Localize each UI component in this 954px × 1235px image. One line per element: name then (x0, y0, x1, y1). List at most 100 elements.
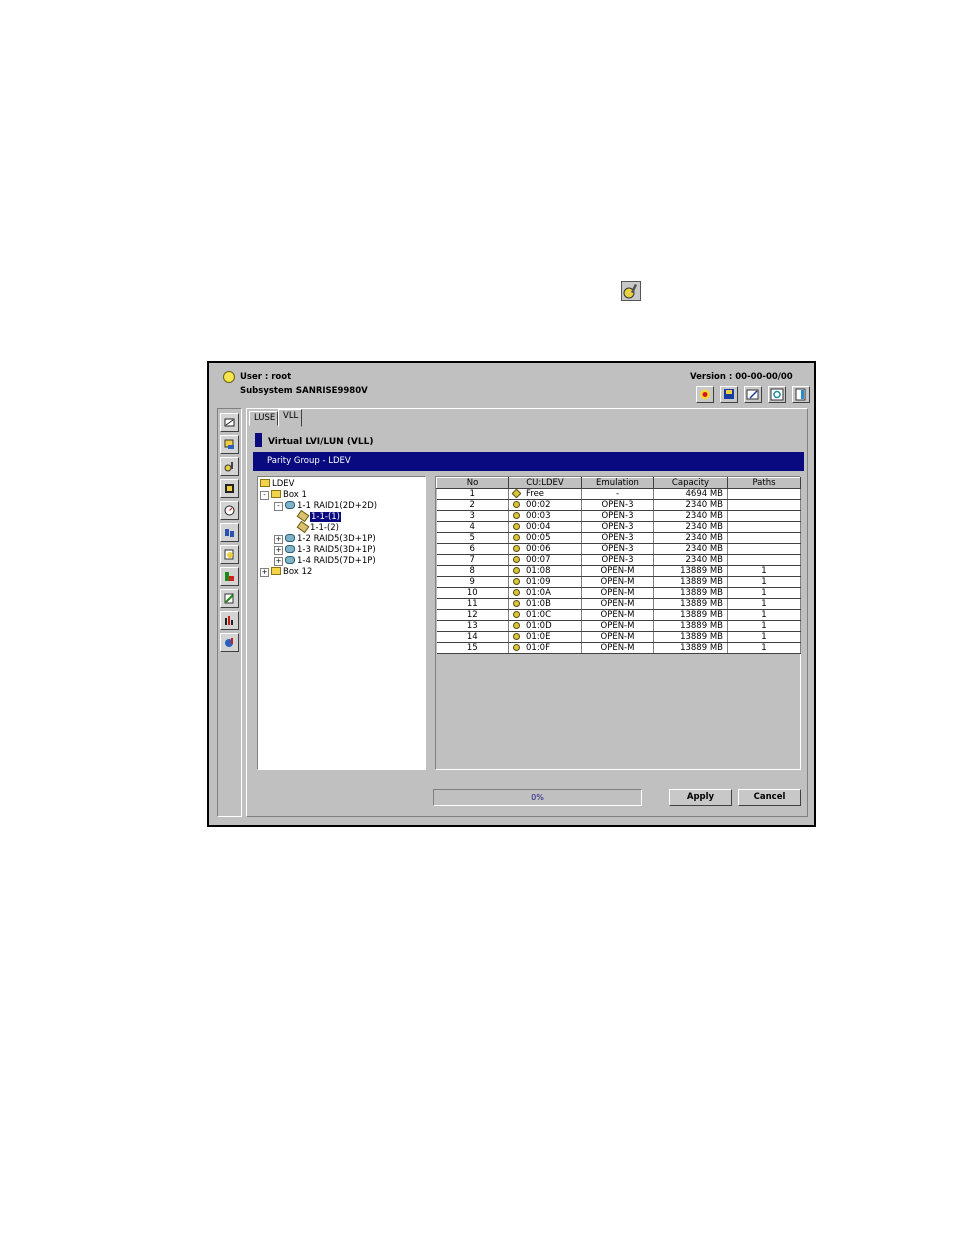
folder-icon (271, 567, 281, 575)
cell-paths (727, 521, 801, 533)
cell-paths (727, 499, 801, 511)
ldev-tree: LDEV - Box 1 -1-1 RAID1(2D+2D) 1-1-(1) 1-… (257, 476, 426, 770)
chart-icon[interactable] (220, 567, 239, 586)
settings-wrench-icon (621, 281, 641, 301)
save-icon[interactable] (720, 386, 738, 403)
cell-paths: 1 (727, 598, 801, 610)
cell-cu-ldev-text: 00:02 (526, 500, 551, 510)
cell-paths: 1 (727, 631, 801, 643)
table-row[interactable]: 15 01:0F OPEN-M 13889 MB 1 (436, 642, 801, 654)
expand-icon[interactable]: + (274, 557, 283, 566)
list-icon[interactable] (220, 479, 239, 498)
box-icon[interactable] (220, 435, 239, 454)
exit-icon[interactable] (792, 386, 810, 403)
gauge-icon[interactable] (220, 501, 239, 520)
cell-no: 2 (436, 499, 509, 511)
bar-chart-icon[interactable] (220, 611, 239, 630)
table-row[interactable]: 2 00:02 OPEN-3 2340 MB (436, 499, 801, 511)
subsystem-value: SANRISE9980V (296, 386, 368, 396)
table-row[interactable]: 6 00:06 OPEN-3 2340 MB (436, 543, 801, 555)
cell-cu-ldev: 01:09 (508, 576, 582, 588)
cell-capacity-text: 2340 MB (685, 555, 724, 565)
table-row[interactable]: 11 01:0B OPEN-M 13889 MB 1 (436, 598, 801, 610)
globe-icon[interactable] (220, 633, 239, 652)
cancel-button[interactable]: Cancel (738, 789, 801, 806)
table-row[interactable]: 1 Free - 4694 MB (436, 488, 801, 500)
tree-node-box12[interactable]: + Box 12 (260, 567, 312, 578)
ldev-icon (513, 600, 520, 607)
tree-node-ldev-1-1-2[interactable]: 1-1-(2) (296, 520, 339, 534)
cell-capacity: 13889 MB (653, 642, 728, 654)
tree-node-ldev[interactable]: LDEV (260, 479, 294, 490)
tab-vll[interactable]: VLL (278, 409, 302, 427)
edit-icon[interactable] (744, 386, 762, 403)
table-row[interactable]: 12 01:0C OPEN-M 13889 MB 1 (436, 609, 801, 621)
edit-doc-icon[interactable] (220, 545, 239, 564)
table-row[interactable]: 5 00:05 OPEN-3 2340 MB (436, 532, 801, 544)
column-header-cu-ldev[interactable]: CU:LDEV (508, 477, 582, 489)
cell-cu-ldev: 01:0A (508, 587, 582, 599)
cell-no: 13 (436, 620, 509, 632)
expand-icon[interactable]: + (260, 568, 269, 577)
tree-node-parity-1-3[interactable]: +1-3 RAID5(3D+1P) (274, 545, 376, 556)
ldev-icon (296, 509, 310, 523)
cell-no: 7 (436, 554, 509, 566)
tree-node-parity-1-2[interactable]: +1-2 RAID5(3D+1P) (274, 534, 376, 545)
expand-icon[interactable]: + (274, 546, 283, 555)
cell-capacity: 13889 MB (653, 587, 728, 599)
cell-no: 9 (436, 576, 509, 588)
cell-no-text: 5 (469, 533, 475, 543)
table-row[interactable]: 4 00:04 OPEN-3 2340 MB (436, 521, 801, 533)
ldev-icon (513, 545, 520, 552)
column-header-no[interactable]: No (436, 477, 509, 489)
tree-node-ldev-1-1-1[interactable]: 1-1-(1) (296, 509, 341, 523)
collapse-icon[interactable]: - (274, 502, 283, 511)
cell-cu-ldev-text: 01:0B (526, 599, 551, 609)
cell-cu-ldev-text: 01:0A (526, 588, 551, 598)
tree-node-parity-1-1[interactable]: -1-1 RAID1(2D+2D) (274, 501, 377, 512)
cell-capacity: 13889 MB (653, 576, 728, 588)
cell-capacity-text: 13889 MB (680, 566, 723, 576)
cell-emulation: OPEN-M (581, 620, 654, 632)
group-bar: Parity Group - LDEV (253, 452, 804, 471)
map-icon[interactable] (220, 413, 239, 432)
table-row[interactable]: 10 01:0A OPEN-M 13889 MB 1 (436, 587, 801, 599)
cell-emulation-text: OPEN-M (600, 632, 635, 642)
users-icon[interactable] (220, 523, 239, 542)
collapse-icon[interactable]: - (260, 491, 269, 500)
table-row[interactable]: 7 00:07 OPEN-3 2340 MB (436, 554, 801, 566)
table-row[interactable]: 8 01:08 OPEN-M 13889 MB 1 (436, 565, 801, 577)
cell-capacity-text: 2340 MB (685, 533, 724, 543)
cell-capacity: 4694 MB (653, 488, 728, 500)
column-header-capacity[interactable]: Capacity (653, 477, 728, 489)
parity-group-icon (285, 501, 295, 509)
cell-capacity-text: 2340 MB (685, 511, 724, 521)
expand-icon[interactable]: + (274, 535, 283, 544)
tree-node-box1[interactable]: - Box 1 (260, 490, 307, 501)
cell-capacity-text: 13889 MB (680, 610, 723, 620)
tree-node-parity-1-4[interactable]: +1-4 RAID5(7D+1P) (274, 556, 376, 567)
column-header-paths[interactable]: Paths (727, 477, 801, 489)
cell-emulation: OPEN-M (581, 642, 654, 654)
cell-emulation: OPEN-3 (581, 554, 654, 566)
apply-button[interactable]: Apply (669, 789, 732, 806)
refresh-icon[interactable] (768, 386, 786, 403)
cell-no: 4 (436, 521, 509, 533)
cell-capacity: 13889 MB (653, 565, 728, 577)
cell-paths: 1 (727, 565, 801, 577)
table-row[interactable]: 13 01:0D OPEN-M 13889 MB 1 (436, 620, 801, 632)
settings-icon[interactable] (220, 457, 239, 476)
alert-icon[interactable] (696, 386, 714, 403)
cell-paths (727, 543, 801, 555)
table-row[interactable]: 3 00:03 OPEN-3 2340 MB (436, 510, 801, 522)
tab-luse[interactable]: LUSE (249, 411, 278, 426)
cell-cu-ldev: 00:05 (508, 532, 582, 544)
cell-no-text: 9 (469, 577, 475, 587)
table-row[interactable]: 14 01:0E OPEN-M 13889 MB 1 (436, 631, 801, 643)
function-sidebar (217, 408, 242, 817)
tool-icon[interactable] (220, 589, 239, 608)
column-header-emulation[interactable]: Emulation (581, 477, 654, 489)
table-row[interactable]: 9 01:09 OPEN-M 13889 MB 1 (436, 576, 801, 588)
cell-emulation: OPEN-M (581, 609, 654, 621)
cell-paths-text: 1 (761, 610, 767, 620)
